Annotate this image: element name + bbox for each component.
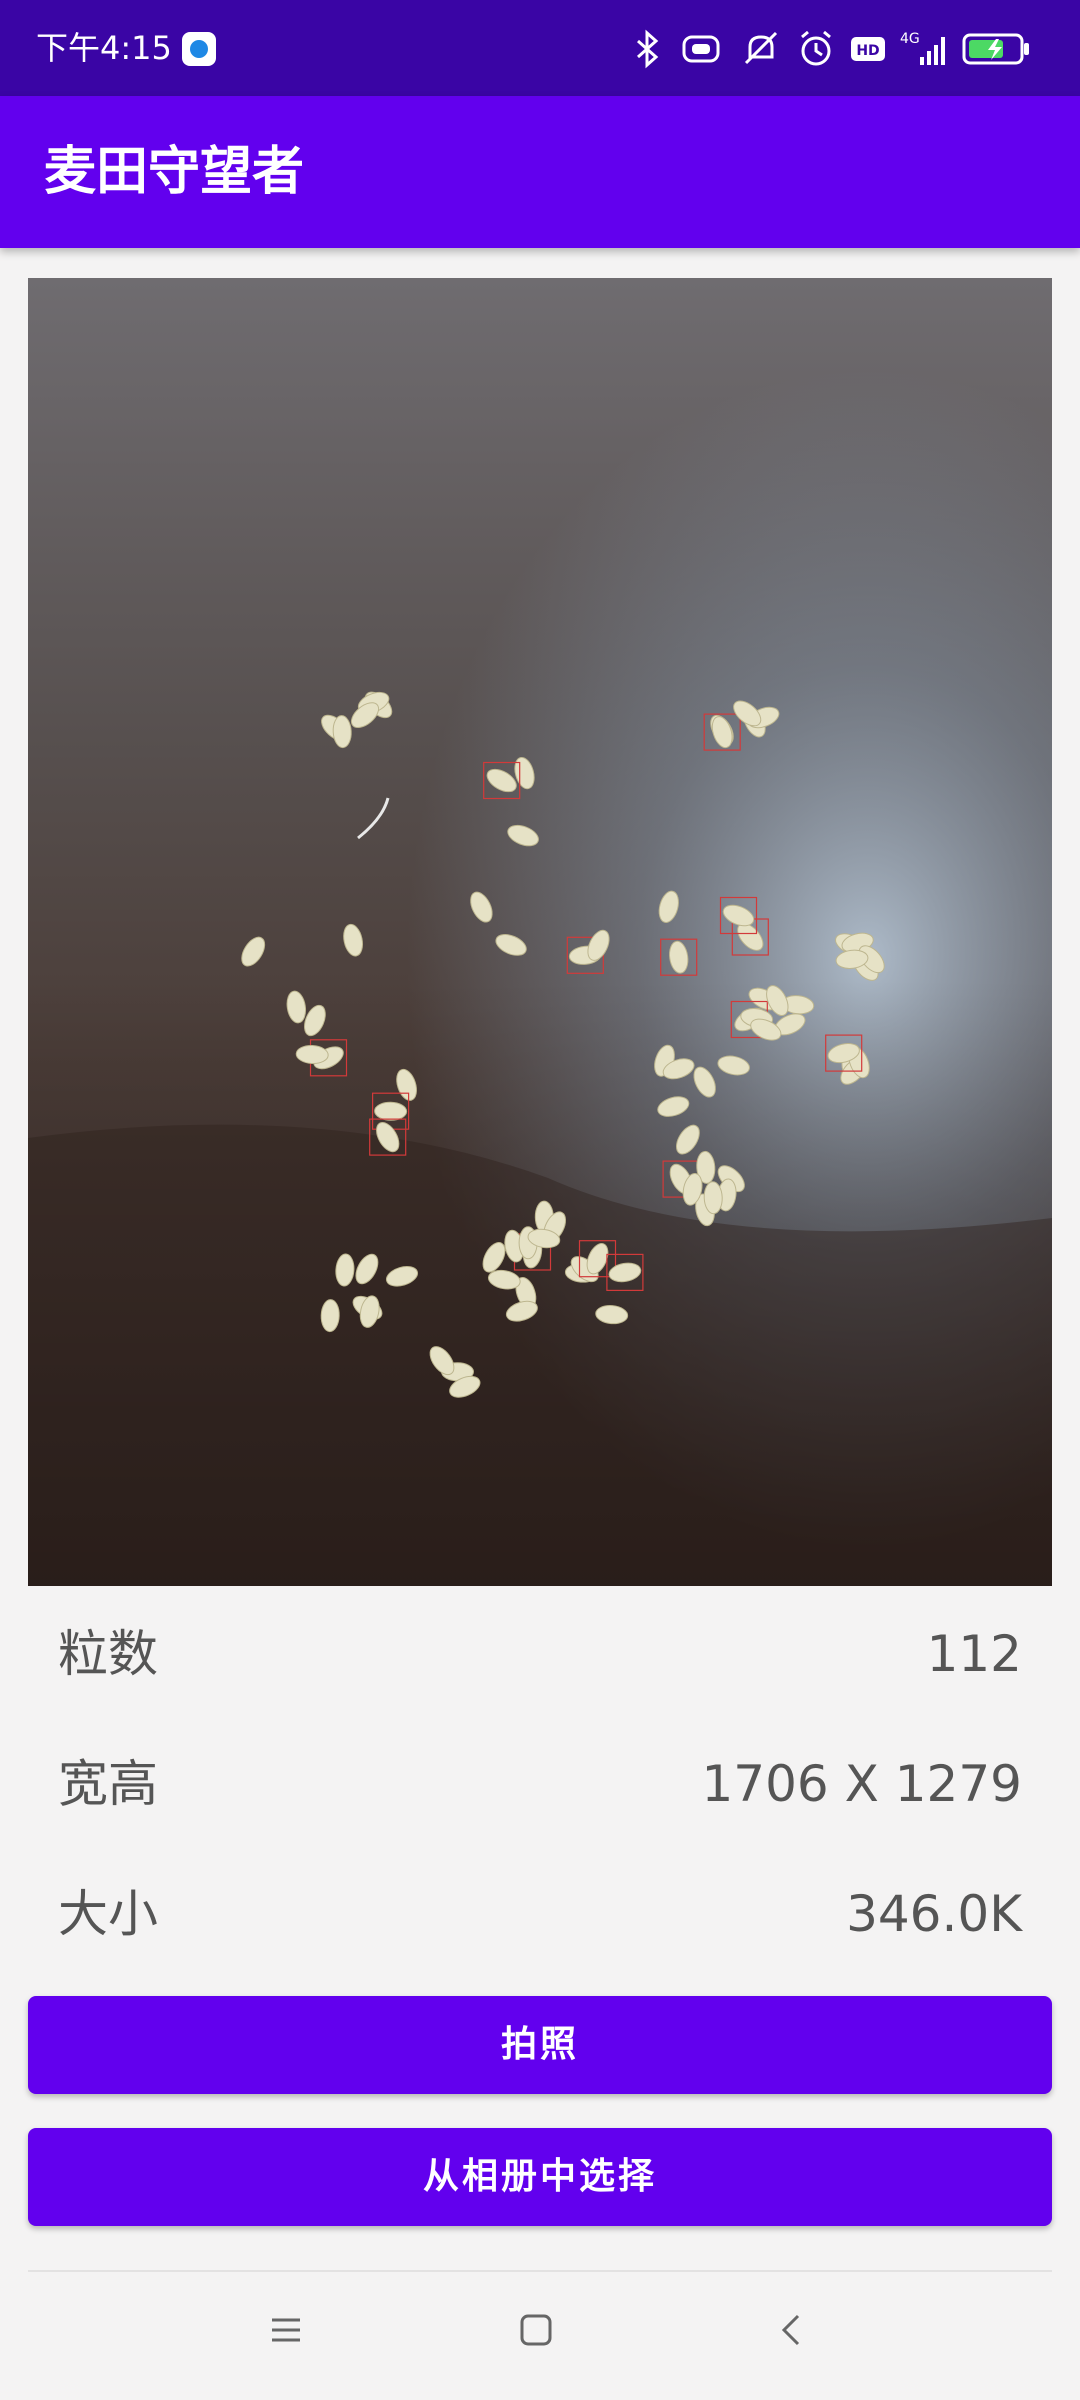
status-bar: 下午4:15 HD 4G — [0, 0, 1080, 96]
photo-canvas — [28, 278, 1052, 1586]
menu-icon[interactable] — [256, 2300, 316, 2360]
app-bar: 麦田守望者 — [0, 96, 1080, 248]
dimensions-label: 宽高 — [58, 1755, 158, 1813]
grain-count-label: 粒数 — [58, 1625, 158, 1683]
vibrate-icon — [682, 35, 720, 63]
grain-count-value: 112 — [926, 1625, 1022, 1683]
take-photo-button[interactable]: 拍照 — [28, 1996, 1052, 2094]
mute-icon — [744, 31, 778, 65]
dimensions-row: 宽高 1706 X 1279 — [58, 1744, 1022, 1824]
app-title: 麦田守望者 — [44, 142, 305, 202]
signal-icon: 4G — [900, 31, 945, 65]
bluetooth-icon — [637, 29, 659, 69]
alarm-icon — [801, 30, 831, 66]
dimensions-value: 1706 X 1279 — [701, 1755, 1022, 1813]
status-icons: HD 4G — [632, 22, 1030, 76]
choose-from-album-button[interactable]: 从相册中选择 — [28, 2128, 1052, 2226]
hd-icon: HD — [851, 37, 885, 61]
back-icon[interactable] — [762, 2300, 822, 2360]
grain-count-row: 粒数 112 — [58, 1614, 1022, 1694]
size-label: 大小 — [58, 1885, 158, 1943]
status-time: 下午4:15 — [36, 29, 172, 67]
wheat-grain — [374, 1101, 408, 1121]
home-icon[interactable] — [506, 2300, 566, 2360]
network-type-text: 4G — [900, 31, 920, 47]
grain-detection-photo — [28, 278, 1052, 1586]
battery-charging-icon — [962, 33, 1029, 65]
hd-badge-text: HD — [856, 43, 879, 59]
system-nav-bar — [0, 2272, 1080, 2400]
size-value: 346.0K — [846, 1885, 1022, 1943]
size-row: 大小 346.0K — [58, 1874, 1022, 1954]
app-notification-icon — [182, 32, 216, 66]
